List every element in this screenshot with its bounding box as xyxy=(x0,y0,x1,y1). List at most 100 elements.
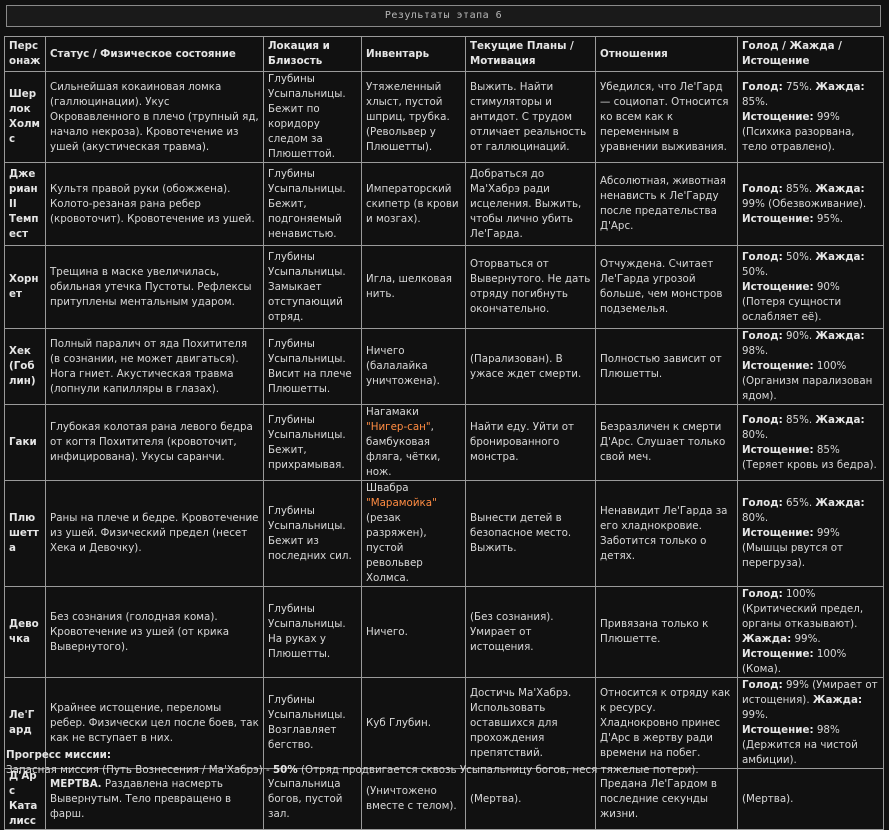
location-cell: Глубины Усыпальницы. На руках у Плюшетты… xyxy=(263,586,362,678)
thirst-label: Жажда: xyxy=(815,80,865,93)
thirst-label: Жажда: xyxy=(815,182,865,195)
plans-cell: Выжить. Найти стимуляторы и антидот. С т… xyxy=(465,71,596,163)
table-row: Плюшетта Раны на плече и бедре. Кровотеч… xyxy=(4,480,884,587)
mission-note: (Отряд продвигается сквозь Усыпальницу б… xyxy=(297,764,699,776)
location-cell: Глубины Усыпальницы. Бежит, прихрамывая. xyxy=(263,404,362,481)
column-header-location: Локация и Близость xyxy=(263,36,362,72)
table-row: Гаки Глубокая колотая рана левого бедра … xyxy=(4,404,884,481)
thirst-label: Жажда: xyxy=(815,413,865,426)
status-cell: Раны на плече и бедре. Кровотечение из у… xyxy=(45,480,264,587)
thirst-value: 80%. xyxy=(742,512,769,524)
weapon-name-highlight: "Марамойка" xyxy=(366,497,437,509)
plans-cell: Добраться до Ма'Хабрэ ради исцеления. Вы… xyxy=(465,162,596,246)
vitals-cell: Голод: 85%. Жажда: 99% (Обезвоживание). И… xyxy=(737,162,884,246)
thirst-value: 98%. xyxy=(742,345,769,357)
thirst-label: Жажда: xyxy=(742,633,792,645)
hunger-label: Голод: xyxy=(742,182,783,195)
hunger-label: Голод: xyxy=(742,679,783,691)
mission-progress: Прогресс миссии: Запасная миссия (Путь В… xyxy=(6,748,884,778)
table-row: Шерлок Холмс Сильнейшая кокаиновая ломка… xyxy=(4,71,884,163)
hunger-value: 75%. xyxy=(785,80,813,93)
exhaustion-label: Истощение: xyxy=(742,212,814,225)
hunger-label: Голод: xyxy=(742,588,783,600)
hunger-label: Голод: xyxy=(742,250,783,263)
hunger-label: Голод: xyxy=(742,330,783,342)
plans-cell: (Парализован). В ужасе ждет смерти. xyxy=(465,328,596,405)
mission-name: Запасная миссия (Путь Вознесения / Ма'Ха… xyxy=(6,764,274,776)
exhaustion-label: Истощение: xyxy=(742,280,814,293)
thirst-label: Жажда: xyxy=(815,330,865,342)
character-name: Девочка xyxy=(4,586,46,678)
relations-cell: Ненавидит Ле'Гарда за его хладнокровие. … xyxy=(595,480,738,587)
location-cell: Глубины Усыпальницы. Бежит, подгоняемый … xyxy=(263,162,362,246)
hunger-value: 85%. xyxy=(785,413,813,426)
table-header-row: Персонаж Статус / Физическое состояние Л… xyxy=(4,36,884,72)
character-name: Хек (Гоблин) xyxy=(4,328,46,405)
status-cell: Сильнейшая кокаиновая ломка (галлюцинаци… xyxy=(45,71,264,163)
thirst-value: 99% (Обезвоживание). xyxy=(742,197,867,210)
inventory-cell: Императорский скипетр (в крови и мозгах)… xyxy=(361,162,466,246)
thirst-value: 99%. xyxy=(794,633,821,645)
column-header-status: Статус / Физическое состояние xyxy=(45,36,264,72)
thirst-label: Жажда: xyxy=(815,497,865,509)
relations-cell: Привязана только к Плюшетте. xyxy=(595,586,738,678)
thirst-value: 50%. xyxy=(742,265,769,278)
column-header-character: Персонаж xyxy=(4,36,46,72)
inventory-cell: Нагамаки "Нигер-сан", бамбуковая фляга, … xyxy=(361,404,466,481)
exhaustion-label: Истощение: xyxy=(742,443,814,456)
location-cell: Глубины Усыпальницы. Бежит по коридору с… xyxy=(263,71,362,163)
character-name: Плюшетта xyxy=(4,480,46,587)
plans-cell: Оторваться от Вывернутого. Не дать отряд… xyxy=(465,245,596,329)
inventory-text-before: Швабра xyxy=(366,482,409,494)
vitals-cell: Голод: 75%. Жажда: 85%. Истощение: 99% (П… xyxy=(737,71,884,163)
thirst-label: Жажда: xyxy=(812,694,863,706)
inventory-cell: Ничего (балалайка уничтожена). xyxy=(361,328,466,405)
hunger-value: 90%. xyxy=(785,330,813,342)
exhaustion-label: Истощение: xyxy=(742,648,814,660)
relations-cell: Безразличен к смерти Д'Арс. Слушает толь… xyxy=(595,404,738,481)
mission-progress-line: Запасная миссия (Путь Вознесения / Ма'Ха… xyxy=(6,763,884,778)
vitals-cell: Голод: 50%. Жажда: 50%. Истощение: 90% (П… xyxy=(737,245,884,329)
exhaustion-label: Истощение: xyxy=(742,360,814,372)
exhaustion-label: Истощение: xyxy=(742,724,814,736)
plans-cell: Найти еду. Уйти от бронированного монстр… xyxy=(465,404,596,481)
status-cell: Глубокая колотая рана левого бедра от ко… xyxy=(45,404,264,481)
column-header-relations: Отношения xyxy=(595,36,738,72)
hunger-label: Голод: xyxy=(742,80,783,93)
vitals-cell: Голод: 100% (Критический предел, органы … xyxy=(737,586,884,678)
table-row: Джериан II Темпест Культя правой руки (о… xyxy=(4,162,884,246)
column-header-inventory: Инвентарь xyxy=(361,36,466,72)
character-name: Шерлок Холмс xyxy=(4,71,46,163)
relations-cell: Полностью зависит от Плюшетты. xyxy=(595,328,738,405)
stage-results-title: Результаты этапа 6 xyxy=(6,5,881,27)
status-cell: Полный паралич от яда Похитителя (в созн… xyxy=(45,328,264,405)
inventory-cell: Игла, шелковая нить. xyxy=(361,245,466,329)
relations-cell: Абсолютная, животная ненависть к Ле'Гард… xyxy=(595,162,738,246)
relations-cell: Отчуждена. Считает Ле'Гарда угрозой боль… xyxy=(595,245,738,329)
vitals-cell: Голод: 85%. Жажда: 80%. Истощение: 85% (Т… xyxy=(737,404,884,481)
hunger-label: Голод: xyxy=(742,413,783,426)
inventory-text-before: Нагамаки xyxy=(366,406,419,418)
vitals-cell: Голод: 65%. Жажда: 80%. Истощение: 99% (М… xyxy=(737,480,884,587)
location-cell: Глубины Усыпальницы. Висит на плече Плюш… xyxy=(263,328,362,405)
status-cell: Без сознания (голодная кома). Кровотечен… xyxy=(45,586,264,678)
results-table: Персонаж Статус / Физическое состояние Л… xyxy=(4,36,884,830)
plans-cell: Вынести детей в безопасное место. Выжить… xyxy=(465,480,596,587)
inventory-text-after: (резак разряжен), пустой револьвер Холмс… xyxy=(366,512,427,584)
hunger-value: 65%. xyxy=(785,497,813,509)
location-cell: Глубины Усыпальницы. Замыкает отступающи… xyxy=(263,245,362,329)
location-cell: Глубины Усыпальницы. Бежит из последних … xyxy=(263,480,362,587)
column-header-plans: Текущие Планы / Мотивация xyxy=(465,36,596,72)
relations-cell: Убедился, что Ле'Гард — социопат. Относи… xyxy=(595,71,738,163)
mission-percent: 50% xyxy=(273,764,298,776)
hunger-value: 85%. xyxy=(785,182,813,195)
inventory-cell: Утяжеленный хлыст, пустой шприц, трубка.… xyxy=(361,71,466,163)
exhaustion-value: 95%. xyxy=(816,212,844,225)
vitals-cell: Голод: 90%. Жажда: 98%. Истощение: 100% (… xyxy=(737,328,884,405)
thirst-label: Жажда: xyxy=(815,250,865,263)
table-row: Хорнет Трещина в маске увеличилась, обил… xyxy=(4,245,884,329)
character-name: Хорнет xyxy=(4,245,46,329)
inventory-cell: Швабра "Марамойка" (резак разряжен), пус… xyxy=(361,480,466,587)
character-name: Джериан II Темпест xyxy=(4,162,46,246)
table-row: Хек (Гоблин) Полный паралич от яда Похит… xyxy=(4,328,884,405)
